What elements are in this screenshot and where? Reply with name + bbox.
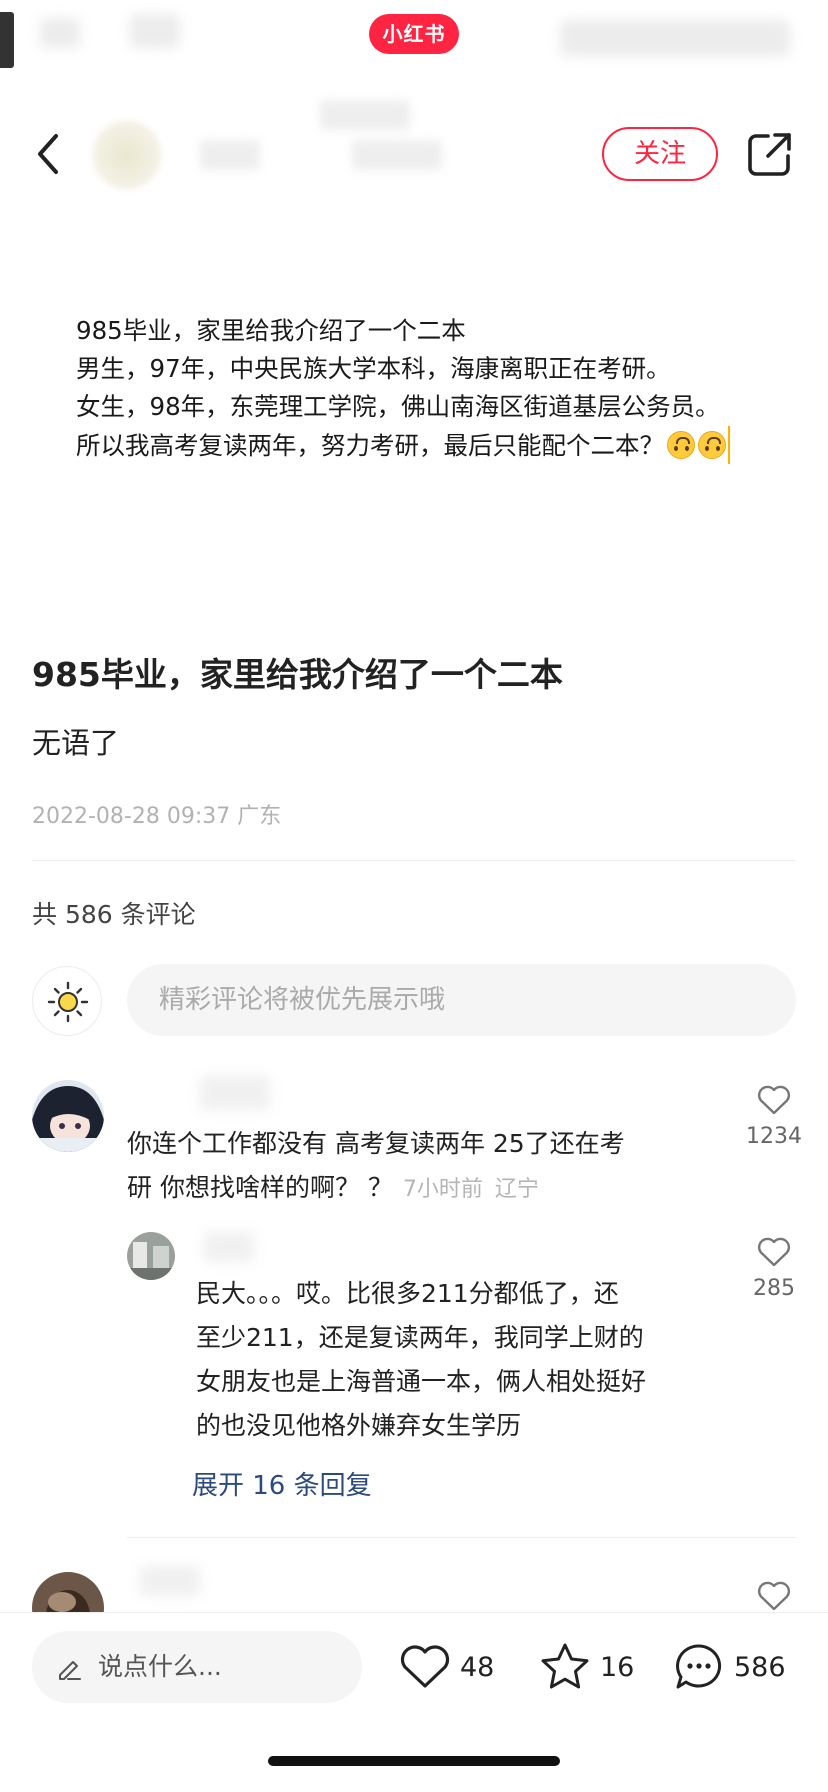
reply-like-count: 285: [753, 1276, 795, 1301]
comment-count: 共 586 条评论: [32, 900, 196, 929]
post-image-line-text: 所以我高考复读两年，努力考研，最后只能配个二本？: [76, 431, 664, 460]
pencil-icon: [59, 1661, 81, 1680]
brand-logo: 小红书: [369, 14, 459, 54]
reply-text-line: 的也没见他格外嫌弃女生学历: [196, 1411, 522, 1440]
status-blur: [560, 20, 790, 56]
comment-like-button[interactable]: 1234: [734, 1084, 814, 1149]
comment-text: 你连个工作都没有 高考复读两年 25了还在考 研 你想找啥样的啊？ ？ 7小时前 …: [127, 1122, 727, 1212]
back-button[interactable]: [30, 126, 70, 182]
reply-text: 民大。。。哎。比很多211分都低了，还 至少211，还是复读两年，我同学上财的 …: [196, 1272, 716, 1448]
post-image[interactable]: 985毕业，家里给我介绍了一个二本 男生，97年，中央民族大学本科，海康离职正在…: [0, 290, 828, 490]
status-bar: 小红书: [0, 0, 828, 72]
reply-text-line: 女朋友也是上海普通一本，俩人相处挺好: [196, 1367, 647, 1396]
post-meta: 2022-08-28 09:37 广东: [32, 798, 281, 830]
home-indicator[interactable]: [268, 1756, 560, 1766]
like-count: 48: [460, 1651, 495, 1683]
post-image-line-4: 所以我高考复读两年，努力考研，最后只能配个二本？: [76, 426, 730, 464]
commenter-name[interactable]: [200, 1076, 270, 1110]
comment-text-line: 研 你想找啥样的啊？ ？ 7小时前 辽宁: [127, 1166, 727, 1212]
author-name-blur: [320, 100, 410, 130]
photo-avatar-image: [127, 1232, 175, 1280]
post-image-line: 男生，97年，中央民族大学本科，海康离职正在考研。: [76, 354, 671, 383]
comment-like-button[interactable]: [734, 1580, 814, 1612]
edge-mark: [0, 12, 14, 68]
collect-button[interactable]: 16: [538, 1639, 634, 1695]
comment-input[interactable]: 精彩评论将被优先展示哦: [127, 964, 796, 1036]
like-button[interactable]: 48: [398, 1639, 494, 1695]
chevron-left-icon: [38, 134, 58, 174]
reply-like-button[interactable]: 285: [734, 1236, 814, 1301]
post-image-line: 985毕业，家里给我介绍了一个二本: [76, 316, 466, 345]
post-timestamp: 2022-08-28 09:37: [32, 804, 231, 829]
replier-name[interactable]: [204, 1232, 254, 1262]
reply-text-line: 民大。。。哎。比很多211分都低了，还: [196, 1279, 619, 1308]
share-button[interactable]: [746, 130, 794, 178]
post-header: 关注: [0, 100, 828, 210]
author-name[interactable]: [200, 140, 260, 170]
heart-icon: [757, 1581, 791, 1611]
post-title: 985毕业，家里给我介绍了一个二本: [32, 655, 563, 694]
sun-icon: [47, 981, 89, 1023]
comment-time: 7小时前: [402, 1177, 483, 1202]
star-icon: [541, 1643, 589, 1689]
text-caret: [728, 426, 730, 464]
heart-icon: [400, 1645, 450, 1688]
my-avatar: [32, 966, 102, 1036]
reply-text-line: 至少211，还是复读两年，我同学上财的: [196, 1323, 644, 1352]
post-description: 无语了: [32, 726, 120, 760]
author-name-blur: [352, 140, 442, 170]
divider: [127, 1537, 796, 1538]
comment-location: 辽宁: [494, 1177, 539, 1202]
heart-icon: [757, 1237, 791, 1267]
commenter-name[interactable]: [140, 1566, 200, 1596]
comment-text-end: 研 你想找啥样的啊？ ？: [127, 1173, 393, 1202]
post-image-line: 女生，98年，东莞理工学院，佛山南海区街道基层公务员。: [76, 392, 720, 421]
say-something-input[interactable]: 说点什么...: [32, 1631, 362, 1703]
status-blur: [40, 18, 80, 48]
author-avatar[interactable]: [92, 120, 162, 190]
status-blur: [130, 14, 180, 48]
divider: [32, 860, 796, 861]
post-location: 广东: [237, 804, 282, 829]
comment-like-count: 1234: [746, 1124, 802, 1149]
follow-button[interactable]: 关注: [602, 127, 718, 181]
collect-count: 16: [600, 1651, 635, 1683]
share-icon: [748, 133, 791, 176]
expand-replies-link[interactable]: 展开 16 条回复: [192, 1465, 372, 1502]
chat-bubble-icon: [676, 1644, 722, 1689]
comment-button[interactable]: 586: [672, 1639, 786, 1695]
anime-avatar-image: [32, 1080, 104, 1152]
replier-avatar[interactable]: [127, 1232, 175, 1280]
heart-icon: [757, 1085, 791, 1115]
comment-text-line: 你连个工作都没有 高考复读两年 25了还在考: [127, 1129, 625, 1158]
commenter-avatar[interactable]: [32, 1080, 104, 1152]
upside-down-face-icon: [667, 431, 695, 459]
say-something-placeholder: 说点什么...: [98, 1652, 222, 1681]
comment-total-count: 586: [734, 1651, 786, 1683]
upside-down-face-icon: [698, 431, 726, 459]
